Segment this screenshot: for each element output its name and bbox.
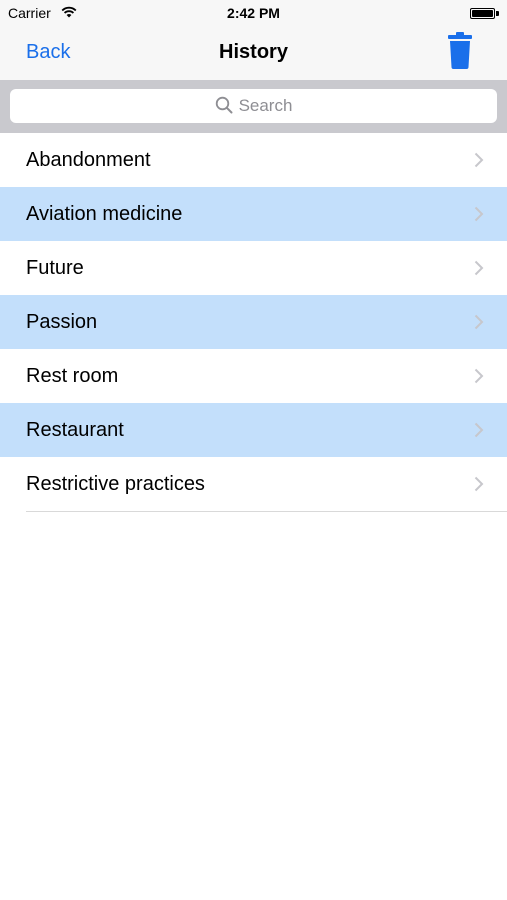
search-placeholder: Search — [238, 96, 293, 115]
chevron-right-icon — [474, 422, 484, 438]
chevron-right-icon — [474, 314, 484, 330]
list-item-label: Rest room — [26, 365, 119, 387]
search-icon — [215, 96, 233, 114]
list-item[interactable]: Future — [0, 241, 507, 295]
list-item[interactable]: Restrictive practices — [0, 457, 507, 511]
battery-icon — [470, 8, 499, 19]
chevron-right-icon — [474, 476, 484, 492]
chevron-right-icon — [474, 260, 484, 276]
list-item-label: Abandonment — [26, 149, 151, 171]
list-item-label: Future — [26, 257, 84, 279]
page-title: History — [219, 41, 288, 63]
list-item[interactable]: Aviation medicine — [0, 187, 507, 241]
history-list: Abandonment Aviation medicine Future Passio… — [0, 133, 507, 512]
chevron-right-icon — [474, 152, 484, 168]
list-item[interactable]: Passion — [0, 295, 507, 349]
list-item[interactable]: Rest room — [0, 349, 507, 403]
list-item-label: Aviation medicine — [26, 203, 183, 225]
chevron-right-icon — [474, 206, 484, 222]
list-item[interactable]: Abandonment — [0, 133, 507, 187]
list-item[interactable]: Restaurant — [0, 403, 507, 457]
chevron-right-icon — [474, 368, 484, 384]
list-item-label: Restaurant — [26, 419, 124, 441]
trash-icon[interactable] — [445, 32, 475, 70]
list-item-label: Passion — [26, 311, 98, 333]
status-time: 2:42 PM — [227, 5, 280, 21]
navigation-bar: Back History — [0, 28, 507, 80]
list-divider — [26, 511, 507, 512]
status-bar: Carrier 2:42 PM — [0, 0, 507, 28]
search-input[interactable]: Search — [10, 89, 497, 123]
list-item-label: Restrictive practices — [26, 473, 205, 495]
search-bar: Search — [0, 80, 507, 133]
